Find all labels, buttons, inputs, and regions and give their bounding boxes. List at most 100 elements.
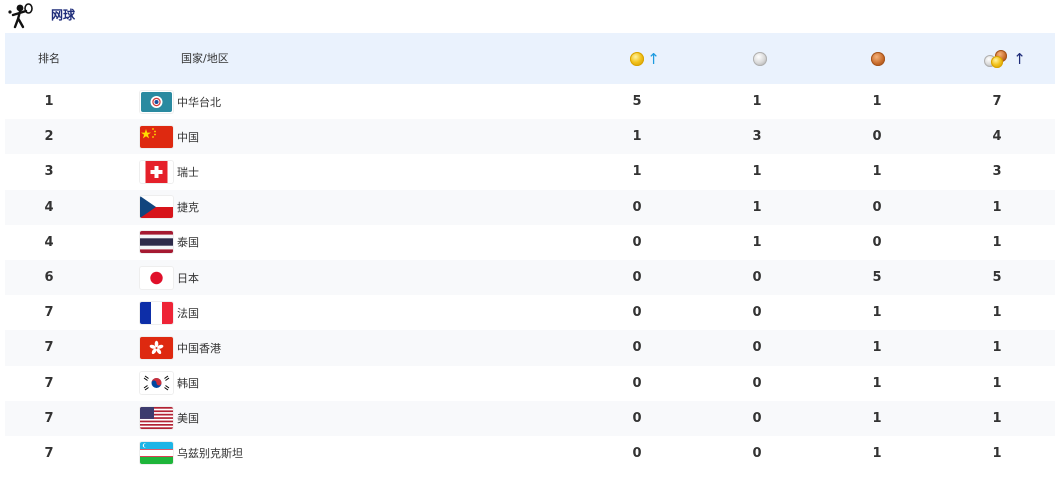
total-count: 1 xyxy=(992,445,1002,461)
table-header: 排名 国家/地区 ↑ ↑ xyxy=(5,33,1055,84)
total-column-header[interactable]: ↑ xyxy=(980,33,1030,84)
rank-cell: 7 xyxy=(44,445,54,461)
country-cell: 泰国 xyxy=(140,225,199,260)
table-row: 4 捷克 0 1 0 1 xyxy=(5,189,1055,225)
flag-chinese-taipei-icon xyxy=(140,90,173,113)
table-row: 7 中国香港 0 0 1 1 xyxy=(5,330,1055,366)
total-count: 4 xyxy=(992,129,1002,145)
table-row: 1 中华台北 5 1 1 7 xyxy=(5,84,1055,119)
sort-arrow-up-icon[interactable]: ↑ xyxy=(1013,52,1026,67)
total-count: 3 xyxy=(992,164,1002,180)
rank-cell: 2 xyxy=(44,129,54,145)
bronze-count: 0 xyxy=(872,129,882,145)
country-cell: 法国 xyxy=(140,295,199,330)
rank-cell: 7 xyxy=(44,305,54,321)
rank-cell: 1 xyxy=(44,94,54,109)
flag-usa-icon xyxy=(140,407,173,430)
country-cell: 乌兹别克斯坦 xyxy=(140,436,243,471)
total-count: 7 xyxy=(992,94,1002,109)
table-body: 1 中华台北 5 1 1 7 2 中国 1 3 0 4 3 瑞士 1 1 1 3 4 捷克 0 1 0 1 4 泰国 0 1 0 1 6 日本… xyxy=(5,84,1055,471)
bronze-count: 1 xyxy=(872,305,882,321)
silver-column-header[interactable] xyxy=(745,33,775,84)
gold-medal-icon xyxy=(630,52,645,66)
country-name: 捷克 xyxy=(177,201,199,215)
gold-count: 0 xyxy=(632,375,642,391)
total-count: 1 xyxy=(992,199,1002,215)
country-name: 中国 xyxy=(177,130,199,144)
flag-japan-icon xyxy=(140,266,173,289)
gold-count: 0 xyxy=(632,305,642,321)
sort-arrow-up-icon[interactable]: ↑ xyxy=(647,52,660,67)
gold-count: 1 xyxy=(632,164,642,180)
gold-column-header[interactable]: ↑ xyxy=(625,33,665,84)
table-row: 6 日本 0 0 5 5 xyxy=(5,259,1055,296)
total-count: 5 xyxy=(992,269,1002,285)
country-name: 法国 xyxy=(177,306,199,320)
country-cell: 捷克 xyxy=(140,190,199,225)
country-cell: 中国 xyxy=(140,119,199,154)
silver-count: 0 xyxy=(752,305,762,321)
total-count: 1 xyxy=(992,305,1002,321)
silver-count: 0 xyxy=(752,375,762,391)
table-row: 2 中国 1 3 0 4 xyxy=(5,119,1055,155)
country-cell: 韩国 xyxy=(140,366,199,401)
rank-cell: 7 xyxy=(44,375,54,391)
total-count: 1 xyxy=(992,375,1002,391)
flag-czech-icon xyxy=(140,196,173,219)
country-cell: 日本 xyxy=(140,260,199,295)
bronze-count: 5 xyxy=(872,269,882,285)
silver-medal-icon xyxy=(753,52,767,66)
country-header: 国家/地区 xyxy=(181,52,229,65)
table-row: 4 泰国 0 1 0 1 xyxy=(5,225,1055,260)
silver-count: 0 xyxy=(752,445,762,461)
gold-count: 0 xyxy=(632,199,642,215)
rank-cell: 3 xyxy=(44,164,54,180)
rank-header: 排名 xyxy=(38,52,60,65)
silver-count: 0 xyxy=(752,410,762,426)
country-cell: 中国香港 xyxy=(140,330,221,365)
bronze-count: 1 xyxy=(872,164,882,180)
sport-title: 网球 xyxy=(51,8,76,22)
bronze-count: 0 xyxy=(872,234,882,250)
rank-cell: 7 xyxy=(44,410,54,426)
country-name: 乌兹别克斯坦 xyxy=(177,447,243,461)
gold-count: 0 xyxy=(632,445,642,461)
gold-count: 0 xyxy=(632,234,642,250)
country-cell: 中华台北 xyxy=(140,84,221,119)
country-name: 中国香港 xyxy=(177,341,221,355)
silver-count: 1 xyxy=(752,234,762,250)
tennis-player-icon xyxy=(8,3,33,29)
country-cell: 瑞士 xyxy=(140,154,199,189)
total-count: 1 xyxy=(992,234,1002,250)
flag-hong-kong-icon xyxy=(140,336,173,359)
country-name: 日本 xyxy=(177,271,199,285)
total-medals-icon xyxy=(984,50,1010,68)
rank-cell: 7 xyxy=(44,340,54,356)
bronze-medal-icon xyxy=(871,52,885,66)
bronze-column-header[interactable] xyxy=(863,33,893,84)
total-count: 1 xyxy=(992,340,1002,356)
total-count: 1 xyxy=(992,410,1002,426)
rank-cell: 4 xyxy=(44,199,54,215)
table-row: 7 法国 0 0 1 1 xyxy=(5,295,1055,330)
flag-korea-icon xyxy=(140,372,173,395)
country-cell: 美国 xyxy=(140,401,199,436)
flag-uzbekistan-icon xyxy=(140,442,173,465)
flag-france-icon xyxy=(140,301,173,324)
sport-title-bar: 网球 xyxy=(0,0,1055,32)
bronze-count: 1 xyxy=(872,94,882,109)
flag-china-icon xyxy=(140,125,173,148)
table-row: 7 韩国 0 0 1 1 xyxy=(5,366,1055,401)
gold-count: 5 xyxy=(632,94,642,109)
rank-cell: 4 xyxy=(44,234,54,250)
flag-thailand-icon xyxy=(140,231,173,254)
flag-switzerland-icon xyxy=(140,160,173,183)
bronze-count: 1 xyxy=(872,410,882,426)
table-row: 7 美国 0 0 1 1 xyxy=(5,400,1055,436)
table-row: 7 乌兹别克斯坦 0 0 1 1 xyxy=(5,436,1055,471)
silver-count: 0 xyxy=(752,269,762,285)
gold-count: 0 xyxy=(632,410,642,426)
bronze-count: 1 xyxy=(872,445,882,461)
bronze-count: 0 xyxy=(872,199,882,215)
country-name: 韩国 xyxy=(177,377,199,391)
